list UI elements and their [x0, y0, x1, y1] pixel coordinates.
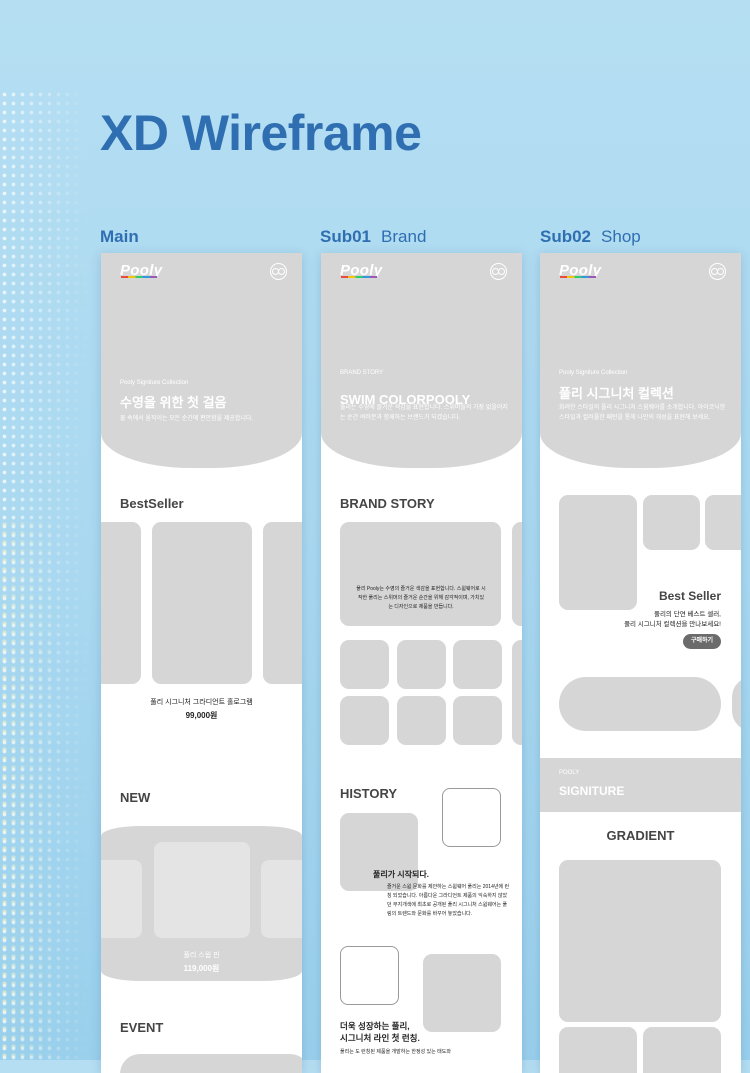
page-title: XD Wireframe — [100, 105, 422, 161]
brand-story-text: 풀리 Pooly는 수영의 즐거운 색감을 표현합니다. 스윔웨어로 시작한 풀… — [356, 586, 486, 610]
history-image-frame — [340, 946, 399, 1005]
shop-product-image[interactable] — [559, 495, 637, 610]
brand-grid-tile[interactable] — [340, 696, 389, 745]
hero-description: 화려한 스타일의 풀리 시그니처 스윔웨어를 소개합니다. 아이코닉한 스타일과… — [559, 405, 726, 421]
growth-text: 풀리는 도 런칭된 제품을 개발하는 한정성 있는 태도와 — [340, 1049, 451, 1055]
new-product-name: 풀리 스웜 핀 — [183, 952, 220, 959]
new-product-card[interactable] — [154, 842, 250, 938]
section-title-new: NEW — [120, 790, 151, 805]
dot-pattern-decoration-yellow — [0, 520, 60, 1060]
section-title-gradient: GRADIENT — [606, 828, 675, 843]
new-product-card[interactable] — [261, 860, 302, 938]
new-product-card[interactable] — [101, 860, 142, 938]
menu-icon[interactable] — [490, 263, 507, 280]
hero-banner — [321, 253, 522, 468]
wireframe-sub01-brand: Pooly BRAND STORY SWIM COLORPOOLY 풀리는 수영… — [321, 253, 522, 1073]
brand-grid-tile[interactable] — [397, 640, 446, 689]
history-text: 즐거운 스윔 문화를 제안하는 스윔웨어 풀리는 2014년에 런칭 되었습니다… — [387, 884, 510, 917]
signiture-band-title: SIGNITURE — [559, 784, 625, 798]
logo-rainbow-bar — [121, 276, 157, 278]
history-image-frame — [442, 788, 501, 847]
best-seller-title: Best Seller — [658, 589, 721, 603]
history-heading: 풀리가 시작되다. — [373, 870, 429, 879]
shop-banner-pill[interactable] — [732, 677, 741, 731]
section-title-bestseller: BestSeller — [120, 496, 184, 511]
best-seller-desc: 풀리의 단연 베스트 셀러, 풀리 시그니처 컬렉션을 만나보세요! — [624, 611, 721, 628]
menu-icon[interactable] — [270, 263, 287, 280]
column-label-sub01: Sub01 Brand — [320, 227, 427, 246]
column-label-main: Main — [100, 227, 139, 246]
hero-banner — [540, 253, 741, 468]
product-card[interactable] — [101, 522, 141, 684]
brand-grid-tile[interactable] — [453, 640, 502, 689]
logo-rainbow-bar — [341, 276, 377, 278]
hero-title: 수영을 위한 첫 걸음 — [120, 395, 227, 410]
hero-subtitle: BRAND STORY — [340, 370, 384, 376]
brand-grid-tile[interactable] — [512, 640, 522, 745]
product-name: 풀리 시그니처 그라디언트 홀로그램 — [150, 699, 253, 706]
product-card[interactable] — [152, 522, 252, 684]
event-banner[interactable] — [120, 1054, 302, 1073]
product-price: 99,000원 — [185, 711, 218, 720]
growth-heading: 더욱 성장하는 풀리, 시그니처 라인 첫 런칭. — [340, 1021, 420, 1043]
history-image — [423, 954, 501, 1032]
hero-title: 풀리 시그니처 컬렉션 — [559, 386, 674, 401]
hero-subtitle: Pooly Signiture Collection — [120, 380, 189, 386]
brand-grid-tile[interactable] — [453, 696, 502, 745]
shop-product-image[interactable] — [643, 495, 700, 550]
hero-banner — [101, 253, 302, 468]
new-product-price: 119,000원 — [183, 964, 220, 973]
signiture-band-small: POOLY — [559, 770, 580, 776]
logo-rainbow-bar — [560, 276, 596, 278]
brand-grid-tile[interactable] — [340, 640, 389, 689]
section-title-event: EVENT — [120, 1020, 164, 1035]
menu-icon[interactable] — [709, 263, 726, 280]
hero-subtitle: Pooly Signiture Collection — [559, 370, 628, 376]
section-title-history: HISTORY — [340, 786, 398, 801]
gradient-product-thumb[interactable] — [559, 1027, 637, 1073]
gradient-product-thumb[interactable] — [643, 1027, 721, 1073]
wireframe-sub02-shop: Pooly Pooly Signiture Collection 풀리 시그니처… — [540, 253, 741, 1073]
shop-banner-pill[interactable] — [559, 677, 721, 731]
brand-story-card — [512, 522, 522, 626]
brand-grid-tile[interactable] — [397, 696, 446, 745]
shop-product-image[interactable] — [705, 495, 741, 550]
column-label-sub02: Sub02 Shop — [540, 227, 641, 246]
hero-description: 풀리는 수영에 즐거운 색감을 표현합니다. 스위머들의 가장 없을어지는 순간… — [340, 405, 508, 421]
product-card[interactable] — [263, 522, 302, 684]
section-title-brand-story: BRAND STORY — [340, 496, 435, 511]
hero-description: 물 속에서 움직이는 모든 순간에 편안함을 제공합니다. — [120, 416, 254, 422]
gradient-product-image[interactable] — [559, 860, 721, 1022]
wireframe-main: Pooly Pooly Signiture Collection 수영을 위한 … — [101, 253, 302, 1073]
buy-button[interactable]: 구매하기 — [683, 634, 721, 649]
